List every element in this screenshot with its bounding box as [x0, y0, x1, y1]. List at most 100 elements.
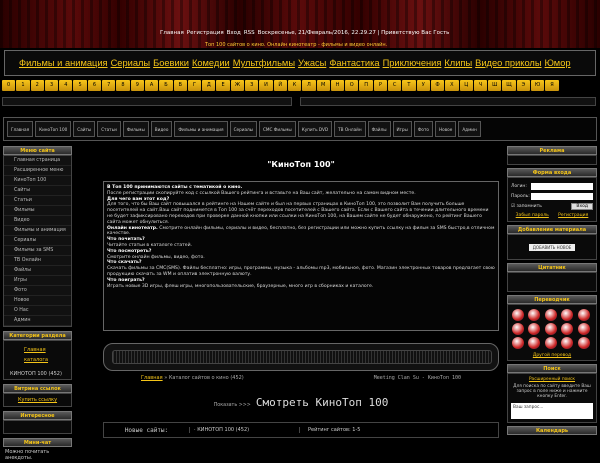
player-track[interactable]	[112, 350, 492, 364]
menu-tab[interactable]: Фото	[413, 121, 433, 137]
sidebar-menu-item[interactable]: Главная страница	[4, 156, 71, 166]
sidebar-menu-item[interactable]: КиноТоп 100	[4, 176, 71, 186]
category-link-main[interactable]: Главная каталога	[10, 345, 65, 365]
alphabet-letter[interactable]: Щ	[502, 80, 516, 91]
flag-icon[interactable]	[561, 337, 574, 349]
flag-icon[interactable]	[577, 337, 590, 349]
alphabet-letter[interactable]: Ю	[530, 80, 545, 91]
alphabet-letter[interactable]: Т	[402, 80, 416, 91]
category-link[interactable]: Фильмы и анимация	[19, 58, 108, 68]
sidebar-menu-item[interactable]: Фильмы за SMS	[4, 246, 71, 256]
category-link[interactable]: Видео приколы	[475, 58, 541, 68]
menu-tab[interactable]: СМС Фильмы	[259, 121, 296, 137]
sidebar-menu-item[interactable]: Файлы	[4, 266, 71, 276]
alphabet-letter[interactable]: Ж	[230, 80, 245, 91]
register-link[interactable]: Регистрация	[558, 213, 588, 218]
alphabet-letter[interactable]: О	[345, 80, 359, 91]
alphabet-letter[interactable]: Н	[330, 80, 345, 91]
topnav-item[interactable]: RSS	[244, 30, 255, 36]
menu-tab[interactable]: Статьи	[97, 121, 121, 137]
menu-tab[interactable]: Фильмы	[122, 121, 149, 137]
flag-icon[interactable]	[544, 323, 557, 335]
alphabet-letter[interactable]: 5	[73, 80, 87, 91]
alphabet-letter[interactable]: Й	[273, 80, 287, 91]
site-search-input[interactable]: Ваш запрос...	[511, 403, 593, 419]
flag-icon[interactable]	[512, 309, 524, 321]
category-link[interactable]: Сериалы	[111, 58, 151, 68]
category-link[interactable]: Комедии	[192, 58, 230, 68]
sidebar-menu-item[interactable]: Игры	[4, 276, 71, 286]
alphabet-letter[interactable]: Ч	[473, 80, 488, 91]
menu-tab[interactable]: Игры	[392, 121, 412, 137]
sidebar-menu-item[interactable]: Админ	[4, 316, 71, 326]
alphabet-letter[interactable]: В	[173, 80, 187, 91]
alphabet-letter[interactable]: Е	[216, 80, 230, 91]
sidebar-menu-item[interactable]: Фильмы	[4, 206, 71, 216]
category-link-top100[interactable]: КИНОТОП 100 (452)	[10, 369, 65, 379]
alphabet-letter[interactable]: Ш	[488, 80, 502, 91]
category-link[interactable]: Приключения	[383, 58, 442, 68]
sidebar-menu-item[interactable]: Статьи	[4, 196, 71, 206]
sidebar-menu-item[interactable]: О Нас	[4, 306, 71, 316]
alphabet-letter[interactable]: Д	[202, 80, 216, 91]
show-large-label[interactable]: Смотреть КиноТоп 100	[256, 396, 388, 409]
alphabet-letter[interactable]: 3	[44, 80, 59, 91]
alphabet-letter[interactable]: С	[388, 80, 402, 91]
alphabet-letter[interactable]: У	[416, 80, 430, 91]
alphabet-letter[interactable]: 7	[102, 80, 116, 91]
topnav-item[interactable]: Вход	[227, 30, 241, 36]
flag-icon[interactable]	[512, 323, 524, 335]
category-link[interactable]: Клипы	[444, 58, 472, 68]
flag-icon[interactable]	[544, 337, 557, 349]
alphabet-letter[interactable]: 2	[30, 80, 44, 91]
alphabet-letter[interactable]: 8	[116, 80, 130, 91]
menu-tab[interactable]: Сайты	[73, 121, 96, 137]
sidebar-menu-item[interactable]: Новое	[4, 296, 71, 306]
flag-icon[interactable]	[561, 309, 574, 321]
alphabet-letter[interactable]: Л	[302, 80, 316, 91]
sidebar-menu-item[interactable]: Сайты	[4, 186, 71, 196]
sidebar-menu-item[interactable]: Расширенное меню	[4, 166, 71, 176]
category-link[interactable]: Фантастика	[329, 58, 379, 68]
alphabet-letter[interactable]: Б	[159, 80, 173, 91]
show-top100[interactable]: Показать >>> Смотреть КиноТоп 100	[103, 391, 499, 410]
menu-tab[interactable]: ТВ Онлайн	[334, 121, 366, 137]
menu-tab[interactable]: Новое	[434, 121, 457, 137]
flag-icon[interactable]	[528, 323, 541, 335]
sidebar-menu-item[interactable]: Фото	[4, 286, 71, 296]
alphabet-letter[interactable]: П	[359, 80, 373, 91]
menu-tab[interactable]: Фильмы и анимация	[174, 121, 228, 137]
flag-icon[interactable]	[577, 309, 590, 321]
new-sites-item[interactable]: · КИНОТОП 100 (452)	[189, 427, 299, 433]
menu-tab[interactable]: Купить DVD	[297, 121, 333, 137]
video-player[interactable]	[103, 343, 499, 371]
flag-icon[interactable]	[512, 337, 524, 349]
alphabet-letter[interactable]: З	[245, 80, 259, 91]
alphabet-letter[interactable]: 1	[16, 80, 30, 91]
alphabet-letter[interactable]: Ф	[430, 80, 445, 91]
advanced-search-link[interactable]: Расширенный поиск	[511, 377, 593, 382]
forgot-link[interactable]: Забыл пароль	[516, 213, 549, 218]
menu-tab[interactable]: Видео	[150, 121, 173, 137]
menu-tab[interactable]: Админ	[458, 121, 481, 137]
alphabet-letter[interactable]: И	[259, 80, 273, 91]
menu-tab[interactable]: КиноТоп 100	[35, 121, 72, 137]
search-field-left[interactable]	[2, 97, 292, 106]
flag-icon[interactable]	[544, 309, 557, 321]
alphabet-letter[interactable]: 9	[130, 80, 144, 91]
search-field-right[interactable]	[300, 97, 596, 106]
category-link[interactable]: Боевики	[153, 58, 189, 68]
sidebar-menu-item[interactable]: Сериалы	[4, 236, 71, 246]
login-button[interactable]: Вход	[571, 203, 593, 210]
topnav-item[interactable]: Главная	[160, 30, 184, 36]
flag-icon[interactable]	[528, 337, 541, 349]
alphabet-letter[interactable]: Э	[516, 80, 530, 91]
add-new-button[interactable]: ДОБАВИТЬ НОВОЕ	[528, 243, 576, 251]
alphabet-letter[interactable]: A	[144, 80, 159, 91]
alphabet-letter[interactable]: Х	[445, 80, 459, 91]
remember-checkbox[interactable]: ☑ запомнить	[511, 204, 542, 209]
password-input[interactable]	[531, 193, 593, 200]
topnav-item[interactable]: Регистрация	[187, 30, 224, 36]
menu-tab[interactable]: Главная	[7, 121, 34, 137]
breadcrumb-home-link[interactable]: Главная	[141, 375, 163, 381]
